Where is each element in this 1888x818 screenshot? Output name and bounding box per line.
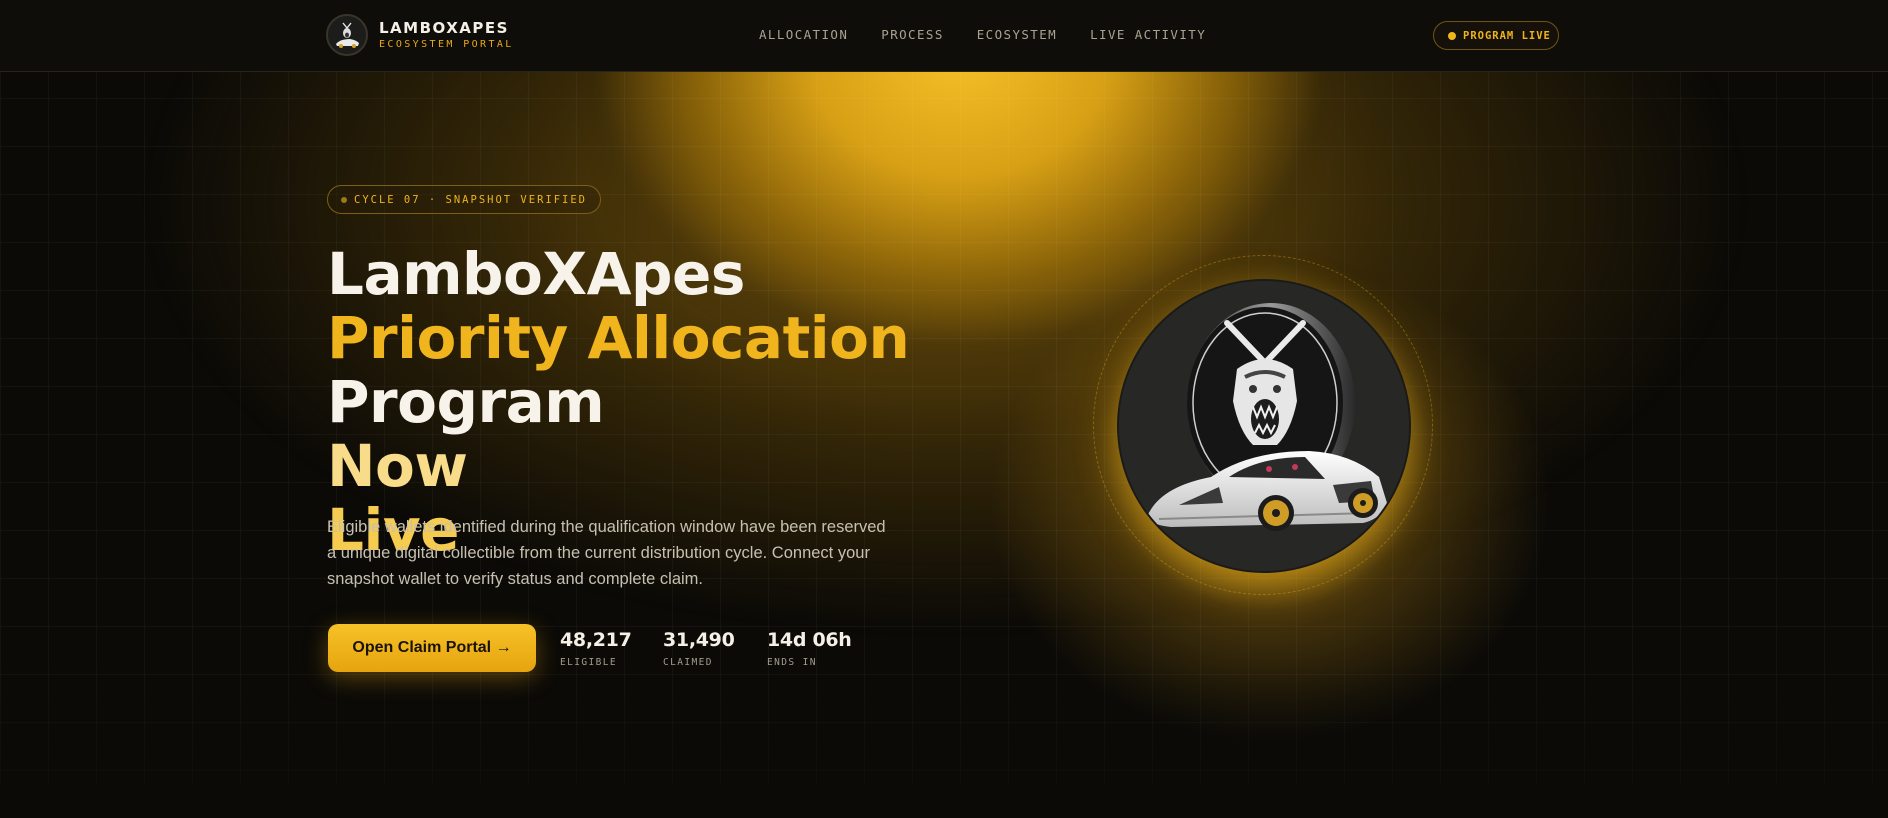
stat-claimed-label: CLAIMED <box>663 657 713 668</box>
ape-lambo-logo-icon <box>326 14 368 56</box>
headline-line-2: Priority Allocation <box>327 304 910 372</box>
program-live-badge: PROGRAM LIVE <box>1433 21 1559 50</box>
top-navbar: LAMBOXAPES ECOSYSTEM PORTAL ALLOCATION P… <box>0 0 1888 72</box>
stat-eligible: 48,217 ELIGIBLE <box>560 628 632 668</box>
brand-name: LAMBOXAPES <box>379 18 509 37</box>
nav-link-ecosystem[interactable]: ECOSYSTEM <box>977 27 1057 42</box>
stat-claimed-value: 31,490 <box>663 629 735 651</box>
nav-link-allocation[interactable]: ALLOCATION <box>759 27 848 42</box>
brand[interactable]: LAMBOXAPES ECOSYSTEM PORTAL <box>326 14 514 56</box>
stat-eligible-label: ELIGIBLE <box>560 657 617 668</box>
open-claim-portal-button[interactable]: Open Claim Portal → <box>328 624 536 672</box>
stat-eligible-value: 48,217 <box>560 629 632 651</box>
stat-ends-in-label: ENDS IN <box>767 657 817 668</box>
nav-links: ALLOCATION PROCESS ECOSYSTEM LIVE ACTIVI… <box>759 27 1239 42</box>
headline-line-1: LamboXApes <box>327 240 745 308</box>
stat-ends-in-value: 14d 06h <box>767 629 852 651</box>
headline-now: Now <box>327 432 468 500</box>
headline-line-3: Program Now <box>327 370 909 498</box>
hero-section: CYCLE 07 · SNAPSHOT VERIFIED LamboXApes … <box>0 72 1888 784</box>
program-live-label: PROGRAM LIVE <box>1463 29 1551 42</box>
brand-subtitle: ECOSYSTEM PORTAL <box>379 38 514 50</box>
cycle-badge: CYCLE 07 · SNAPSHOT VERIFIED <box>327 185 602 214</box>
stat-ends-in: 14d 06h ENDS IN <box>767 628 852 668</box>
cycle-badge-label: CYCLE 07 · SNAPSHOT VERIFIED <box>354 193 588 206</box>
headline-program: Program <box>327 368 605 436</box>
nav-link-live-activity[interactable]: LIVE ACTIVITY <box>1090 27 1206 42</box>
hero-description: Eligible wallets identified during the q… <box>327 518 886 588</box>
stat-claimed: 31,490 CLAIMED <box>663 628 735 668</box>
nav-link-process[interactable]: PROCESS <box>881 27 943 42</box>
cycle-dot-icon <box>341 196 347 203</box>
live-dot-icon <box>1448 31 1456 40</box>
ape-coin-lambo-icon <box>1119 281 1409 571</box>
bottom-fade <box>0 664 1888 784</box>
